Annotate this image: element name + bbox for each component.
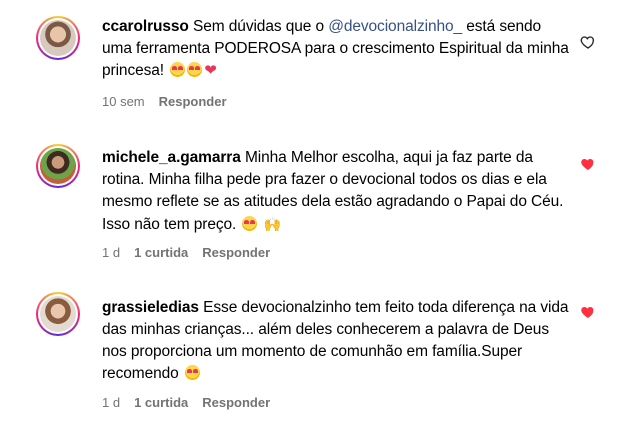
timestamp[interactable]: 1 d xyxy=(102,395,120,410)
heart-filled-icon[interactable] xyxy=(580,304,596,320)
reply-button[interactable]: Responder xyxy=(159,94,227,109)
avatar[interactable] xyxy=(36,16,80,60)
avatar[interactable] xyxy=(36,292,80,336)
username[interactable]: michele_a.gamarra xyxy=(102,149,241,166)
heart-eyes-emoji-icon xyxy=(187,62,203,77)
mention-link[interactable]: @devocionalzinho_ xyxy=(328,18,462,35)
likes-count[interactable]: 1 curtida xyxy=(134,245,188,260)
comment-meta: 1 d 1 curtida Responder xyxy=(102,395,270,410)
avatar[interactable] xyxy=(36,144,80,188)
username[interactable]: grassieledias xyxy=(102,299,199,316)
raising-hands-emoji-icon: 🙌 xyxy=(263,216,282,232)
comment-text: ccarolrusso Sem dúvidas que o @devociona… xyxy=(102,16,572,82)
reply-button[interactable]: Responder xyxy=(202,395,270,410)
comment-text: michele_a.gamarra Minha Melhor escolha, … xyxy=(102,147,572,236)
heart-eyes-emoji-icon xyxy=(184,365,200,380)
heart-eyes-emoji-icon xyxy=(170,62,186,77)
comment-meta: 1 d 1 curtida Responder xyxy=(102,245,270,260)
timestamp[interactable]: 10 sem xyxy=(102,94,145,109)
heart-eyes-emoji-icon xyxy=(242,216,258,231)
comment-body: Sem dúvidas que o xyxy=(193,18,329,35)
pink-heart-emoji-icon: ❤ xyxy=(204,62,217,79)
comment-text: grassieledias Esse devocionalzinho tem f… xyxy=(102,297,572,385)
timestamp[interactable]: 1 d xyxy=(102,245,120,260)
heart-outline-icon[interactable] xyxy=(580,34,596,50)
likes-count[interactable]: 1 curtida xyxy=(134,395,188,410)
heart-filled-icon[interactable] xyxy=(580,156,596,172)
username[interactable]: ccarolrusso xyxy=(102,18,189,35)
comment-meta: 10 sem Responder xyxy=(102,94,227,109)
reply-button[interactable]: Responder xyxy=(202,245,270,260)
